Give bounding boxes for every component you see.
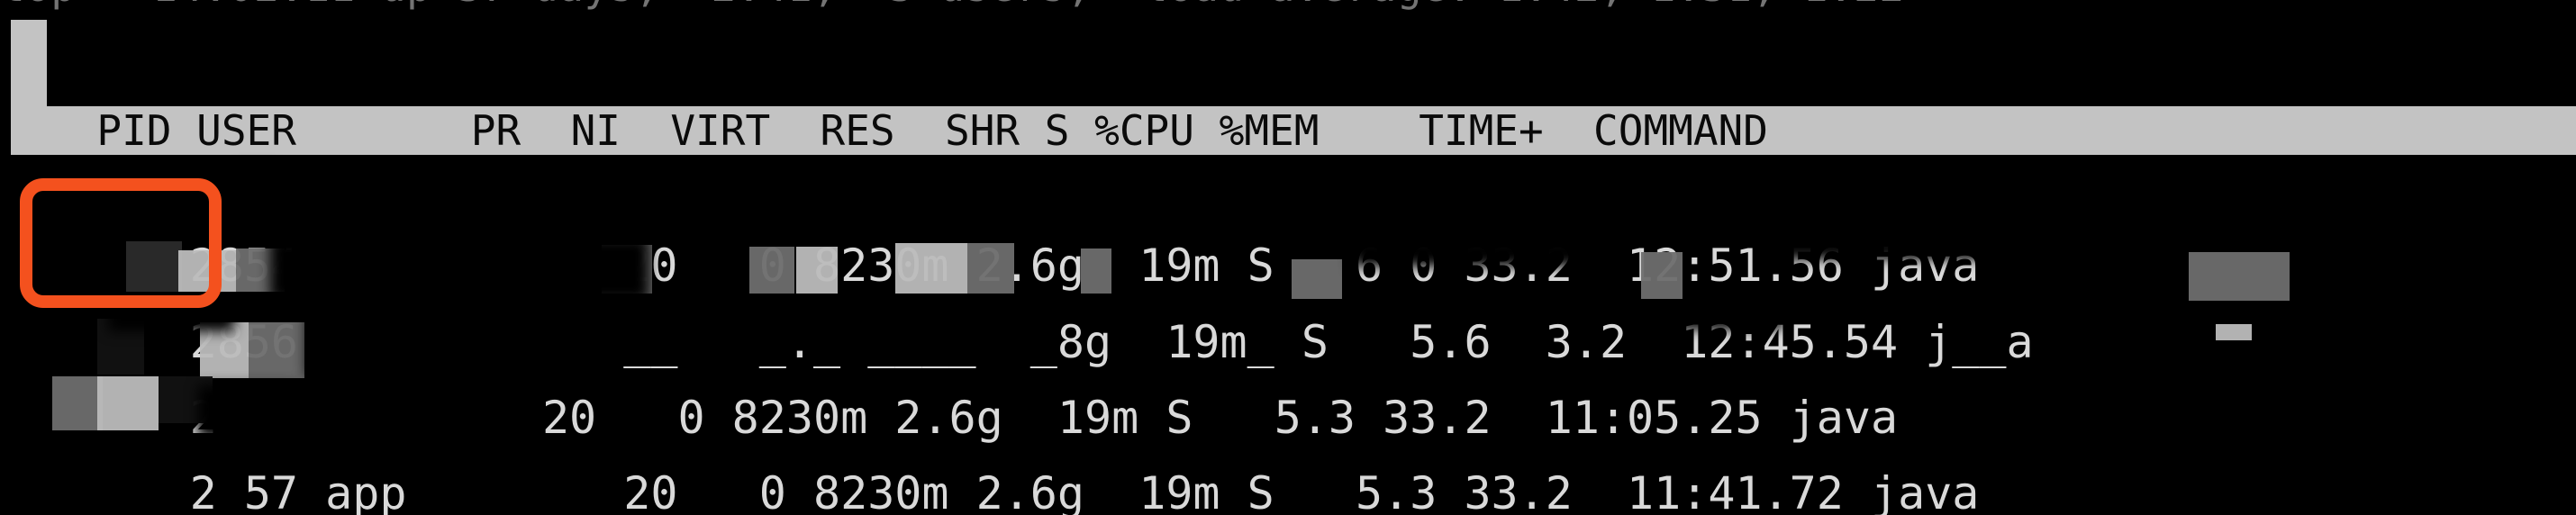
table-row[interactable]: 2856 mc... __ _._ ____ _8g 19m_ S 5.6 3.… [0, 229, 2576, 368]
redaction-smear [306, 313, 540, 376]
redaction-block [602, 245, 652, 294]
table-row[interactable]: 2 20 0 8230m 2.6g 19m S 5.3 33.2 11:05.2… [0, 304, 2576, 444]
redaction-smear [270, 238, 649, 301]
redaction-block [236, 248, 285, 292]
redaction-block [52, 376, 103, 430]
redaction-block [1292, 259, 1342, 299]
redaction-block [749, 247, 794, 294]
redaction-block [97, 319, 144, 375]
terminal-screen: top - 14:02:11 up 37 days, 2:41, 3 users… [0, 0, 2576, 515]
table-row[interactable]: 2854 20 0 8230m 2.6g 19m S 6 0 33.2 12:5… [0, 155, 2576, 292]
redaction-block [249, 322, 304, 378]
redaction-smear [324, 178, 432, 193]
redaction-block [967, 243, 1014, 294]
redaction-block [159, 376, 213, 423]
process-list: 2854 20 0 8230m 2.6g 19m S 6 0 33.2 12:5… [0, 155, 2576, 515]
redaction-block [2189, 252, 2290, 301]
redaction-block [1641, 252, 1683, 299]
redaction-smear [236, 167, 277, 214]
redaction-block [97, 376, 159, 430]
process-row-line: 2 57 app 20 0 8230m 2.6g 19m S 5.3 33.2 … [189, 467, 1980, 515]
redaction-block [796, 247, 838, 294]
redaction-smear [1675, 313, 1783, 330]
redaction-block [200, 322, 249, 378]
table-header-band: PID USER PR NI VIRT RES SHR S %CPU %MEM … [11, 106, 2576, 155]
table-row[interactable]: 2 57 app 20 0 8230m 2.6g 19m S 5.3 33.2 … [0, 376, 2576, 515]
redaction-smear [1351, 236, 1585, 267]
redaction-smear [1765, 236, 2144, 259]
redaction-block [895, 243, 967, 294]
pid-highlight-annotation [20, 178, 222, 308]
redaction-smear [108, 308, 234, 331]
table-header-row: PID USER PR NI VIRT RES SHR S %CPU %MEM … [47, 106, 1768, 155]
top-summary-line-cutoff: top - 14:02:11 up 37 days, 2:41, 3 users… [0, 0, 2576, 11]
redaction-block [2216, 324, 2252, 340]
redaction-smear [198, 385, 297, 438]
redaction-block [1081, 248, 1111, 294]
